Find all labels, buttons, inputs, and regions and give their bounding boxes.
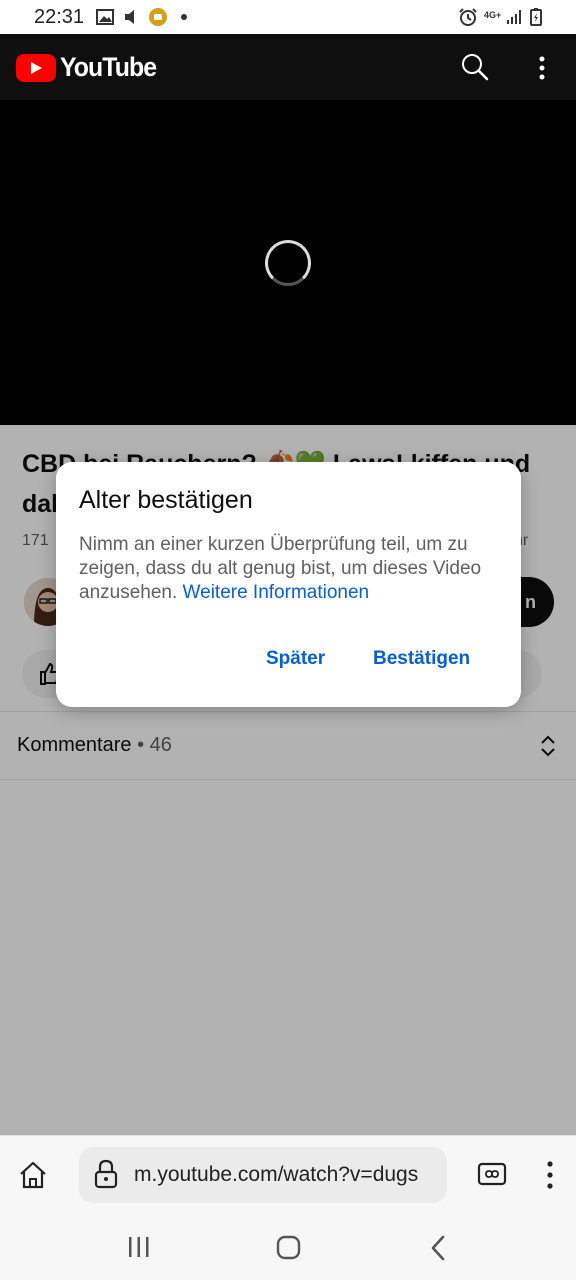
search-icon[interactable] (460, 52, 492, 84)
confirm-button[interactable]: Bestätigen (367, 644, 476, 674)
dot-icon (180, 8, 188, 26)
status-bar: 22:31 4G+ (0, 0, 576, 34)
home-icon[interactable] (18, 1160, 48, 1195)
gallery-icon (96, 8, 114, 26)
browser-toolbar: m.youtube.com/watch?v=dugs (0, 1135, 576, 1215)
age-verification-dialog: Alter bestätigen Nimm an einer kurzen Üb… (56, 462, 521, 707)
later-button[interactable]: Später (260, 644, 331, 674)
signal-icon (506, 8, 522, 26)
url-text: m.youtube.com/watch?v=dugs (134, 1163, 419, 1186)
system-navigation-bar (0, 1215, 576, 1280)
youtube-header: YouTube (0, 34, 576, 100)
more-vert-icon[interactable] (530, 54, 554, 82)
youtube-logo[interactable]: YouTube (16, 52, 164, 83)
dialog-body: Nimm an einer kurzen Überprüfung teil, u… (79, 533, 509, 605)
status-time: 22:31 (34, 6, 85, 28)
youtube-wordmark: YouTube (60, 52, 157, 82)
alarm-icon (458, 8, 478, 26)
address-bar[interactable]: m.youtube.com/watch?v=dugs (79, 1147, 447, 1203)
more-info-link[interactable]: Weitere Informationen (183, 582, 370, 603)
menu-icon[interactable] (540, 1160, 560, 1195)
volume-icon (124, 8, 138, 26)
app-notification-icon (148, 8, 168, 26)
youtube-play-icon (16, 53, 56, 82)
battery-icon (530, 8, 542, 26)
tabs-icon[interactable] (477, 1161, 507, 1192)
dialog-title: Alter bestätigen (79, 486, 253, 514)
network-4g-icon: 4G+ (484, 10, 502, 20)
lock-icon[interactable] (93, 1159, 119, 1194)
back-icon[interactable] (428, 1235, 448, 1266)
home-nav-icon[interactable] (276, 1235, 302, 1266)
loading-spinner-icon (265, 240, 311, 286)
recent-apps-icon[interactable] (126, 1235, 152, 1264)
